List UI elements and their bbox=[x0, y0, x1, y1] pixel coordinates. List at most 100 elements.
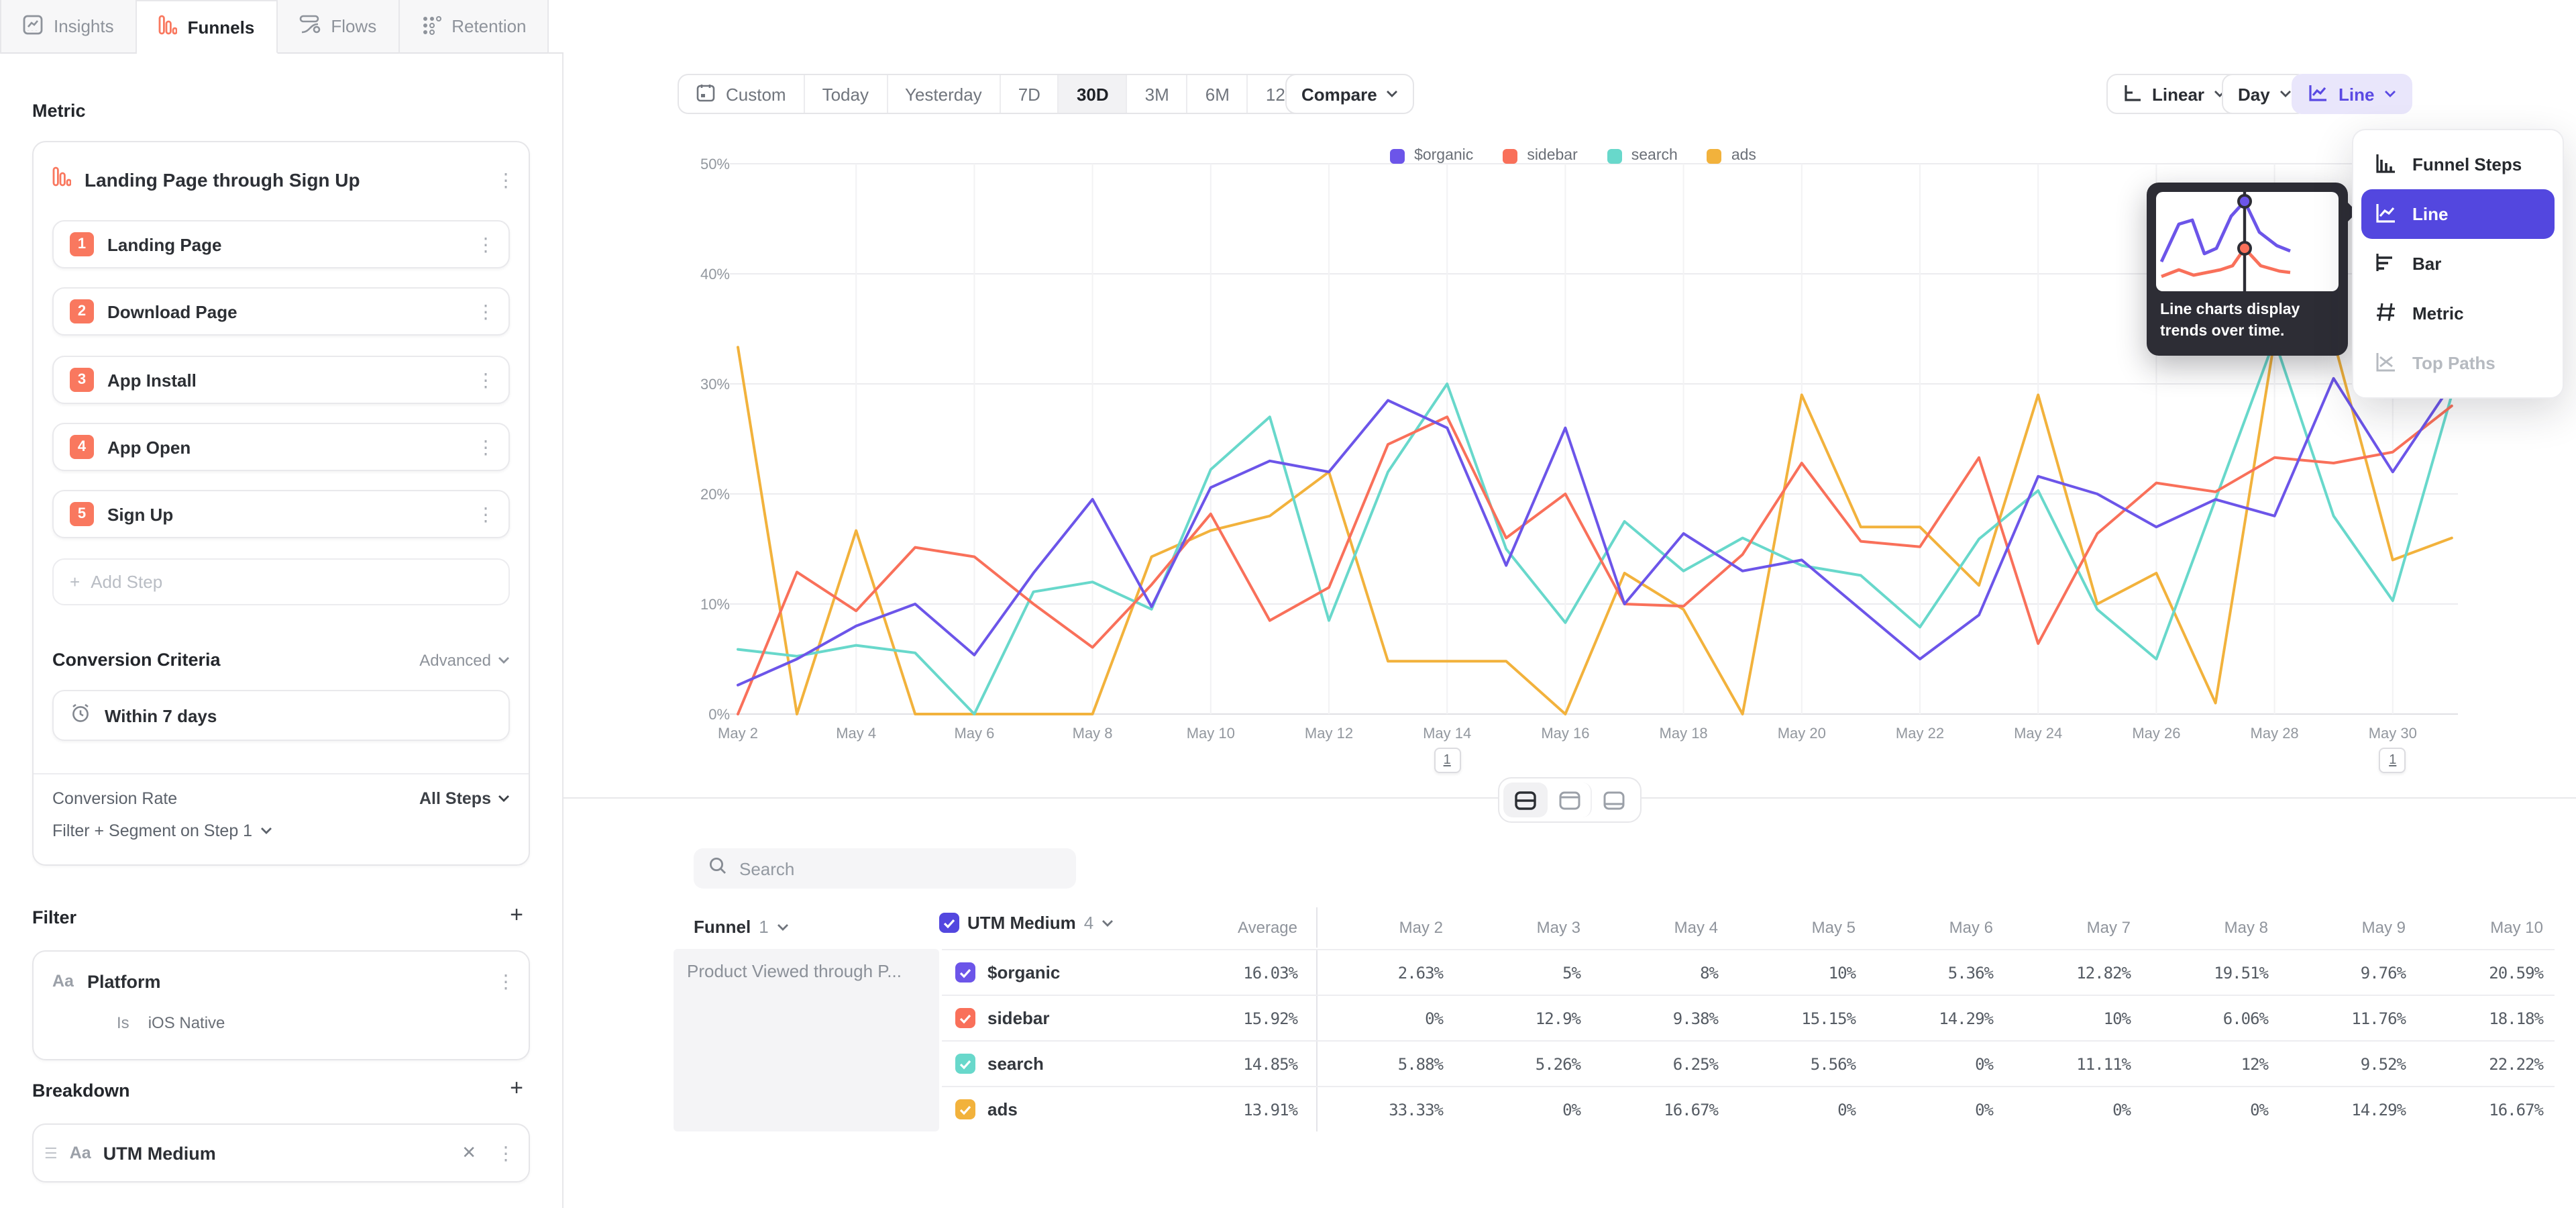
svg-text:May 30: May 30 bbox=[2369, 725, 2417, 742]
tab-funnels[interactable]: Funnels bbox=[137, 0, 278, 54]
series-checkbox[interactable] bbox=[955, 1054, 975, 1074]
range-7d[interactable]: 7D bbox=[1001, 75, 1059, 113]
funnel-step-row[interactable]: 1 Landing Page ⋮ bbox=[52, 220, 510, 268]
filter-kebab-icon[interactable]: ⋮ bbox=[496, 970, 515, 993]
tabbar-spacer bbox=[549, 0, 564, 54]
layout-split-view-button[interactable] bbox=[1503, 783, 1548, 817]
cell-value: 5.26% bbox=[1454, 1042, 1591, 1086]
funnel-column-dropdown[interactable]: Funnel 1 bbox=[694, 917, 789, 937]
column-header[interactable]: May 3 bbox=[1454, 918, 1591, 937]
cell-value: 33.33% bbox=[1316, 1087, 1454, 1131]
breakdown-kebab-icon[interactable]: ⋮ bbox=[496, 1142, 515, 1164]
column-header[interactable]: May 5 bbox=[1729, 918, 1866, 937]
layout-table-view-button[interactable] bbox=[1592, 783, 1636, 817]
step-kebab-icon[interactable]: ⋮ bbox=[476, 503, 495, 525]
annotation-badge[interactable]: 1 bbox=[1434, 748, 1460, 773]
step-number-badge: 1 bbox=[70, 232, 94, 256]
step-kebab-icon[interactable]: ⋮ bbox=[476, 436, 495, 458]
metric-section-label: Metric bbox=[32, 101, 86, 121]
column-header[interactable]: May 8 bbox=[2141, 918, 2279, 937]
series-checkbox[interactable] bbox=[955, 1099, 975, 1119]
funnel-step-row[interactable]: 4 App Open ⋮ bbox=[52, 423, 510, 471]
svg-text:May 18: May 18 bbox=[1660, 725, 1708, 742]
series-checkbox[interactable] bbox=[955, 962, 975, 983]
legend-item[interactable]: ads bbox=[1707, 148, 1756, 164]
tab-retention[interactable]: Retention bbox=[399, 0, 549, 54]
step-kebab-icon[interactable]: ⋮ bbox=[476, 233, 495, 256]
flows-icon bbox=[299, 14, 320, 38]
chart-legend: $organic sidebar search ads bbox=[671, 148, 2475, 164]
menu-item-metric[interactable]: Metric bbox=[2361, 289, 2555, 338]
avg-value: 14.85% bbox=[1140, 1042, 1316, 1086]
funnel-cell[interactable]: Product Viewed through P... bbox=[674, 949, 939, 1131]
legend-swatch bbox=[1607, 148, 1622, 163]
conversion-window-row[interactable]: Within 7 days bbox=[52, 690, 510, 741]
range-30d[interactable]: 30D bbox=[1059, 75, 1128, 113]
series-name: sidebar bbox=[987, 1008, 1050, 1028]
filter-property[interactable]: Platform bbox=[87, 971, 483, 991]
cell-value: 9.76% bbox=[2279, 950, 2416, 995]
cell-value: 5.56% bbox=[1729, 1042, 1866, 1086]
add-step-button[interactable]: + Add Step bbox=[52, 558, 510, 605]
filter-operator[interactable]: Is bbox=[117, 1013, 129, 1032]
range-today[interactable]: Today bbox=[805, 75, 888, 113]
svg-text:May 28: May 28 bbox=[2251, 725, 2299, 742]
chevron-down-icon bbox=[777, 923, 789, 931]
cell-value: 0% bbox=[1316, 996, 1454, 1040]
column-header[interactable]: May 2 bbox=[1316, 907, 1454, 948]
metric-kebab-icon[interactable]: ⋮ bbox=[496, 168, 515, 191]
filter-segment-dropdown[interactable]: Filter + Segment on Step 1 bbox=[52, 821, 272, 840]
column-header[interactable]: May 7 bbox=[2004, 918, 2141, 937]
breakdown-section-label: Breakdown bbox=[32, 1080, 130, 1101]
funnel-step-row[interactable]: 3 App Install ⋮ bbox=[52, 356, 510, 404]
funnel-step-row[interactable]: 5 Sign Up ⋮ bbox=[52, 490, 510, 538]
cell-value: 5.88% bbox=[1316, 1042, 1454, 1086]
chart-type-dropdown-button[interactable]: Line bbox=[2292, 74, 2412, 114]
svg-text:May 16: May 16 bbox=[1541, 725, 1589, 742]
conversion-criteria-header: Conversion Criteria bbox=[52, 650, 419, 670]
column-header-average[interactable]: Average bbox=[1140, 918, 1316, 937]
compare-button[interactable]: Compare bbox=[1285, 74, 1415, 114]
search-input[interactable] bbox=[739, 858, 1061, 878]
series-checkbox[interactable] bbox=[955, 1008, 975, 1028]
step-kebab-icon[interactable]: ⋮ bbox=[476, 368, 495, 391]
menu-item-funnel-steps[interactable]: Funnel Steps bbox=[2361, 140, 2555, 189]
metric-title-row[interactable]: Landing Page through Sign Up ⋮ bbox=[52, 153, 515, 207]
table-row: ads 13.91% 33.33% 0% 16.67% 0% 0% 0% 0% … bbox=[942, 1086, 2554, 1131]
column-header[interactable]: May 6 bbox=[1866, 918, 2004, 937]
step-number-badge: 3 bbox=[70, 368, 94, 392]
column-header[interactable]: May 4 bbox=[1591, 918, 1729, 937]
legend-item[interactable]: sidebar bbox=[1503, 148, 1577, 164]
legend-item[interactable]: search bbox=[1607, 148, 1678, 164]
legend-item[interactable]: $organic bbox=[1390, 148, 1473, 164]
breakdown-property[interactable]: UTM Medium bbox=[103, 1143, 449, 1163]
string-type-icon: Aa bbox=[52, 972, 74, 991]
cell-value: 6.06% bbox=[2141, 996, 2279, 1040]
menu-item-line[interactable]: Line bbox=[2361, 189, 2555, 239]
filter-value[interactable]: iOS Native bbox=[148, 1013, 225, 1032]
cell-value: 12% bbox=[2141, 1042, 2279, 1086]
remove-breakdown-icon[interactable]: ✕ bbox=[462, 1142, 476, 1164]
tab-insights[interactable]: Insights bbox=[0, 0, 137, 54]
funnel-step-row[interactable]: 2 Download Page ⋮ bbox=[52, 287, 510, 336]
cell-value: 12.82% bbox=[2004, 950, 2141, 995]
layout-chart-view-button[interactable] bbox=[1548, 783, 1592, 817]
conversion-rate-dropdown[interactable]: All Steps bbox=[419, 789, 510, 808]
add-breakdown-button[interactable]: + bbox=[506, 1078, 527, 1099]
column-header[interactable]: May 10 bbox=[2416, 918, 2554, 937]
chevron-down-icon bbox=[2383, 90, 2396, 98]
add-filter-button[interactable]: + bbox=[506, 905, 527, 926]
advanced-dropdown[interactable]: Advanced bbox=[419, 650, 510, 669]
tab-flows[interactable]: Flows bbox=[277, 0, 399, 54]
drag-handle-icon[interactable]: ☰ bbox=[44, 1144, 58, 1162]
column-header[interactable]: May 9 bbox=[2279, 918, 2416, 937]
range-6m[interactable]: 6M bbox=[1188, 75, 1248, 113]
step-kebab-icon[interactable]: ⋮ bbox=[476, 300, 495, 323]
range-yesterday[interactable]: Yesterday bbox=[888, 75, 1001, 113]
chevron-down-icon bbox=[498, 795, 510, 803]
breakdown-card: ☰ Aa UTM Medium ✕ ⋮ bbox=[32, 1123, 530, 1182]
menu-item-bar[interactable]: Bar bbox=[2361, 239, 2555, 289]
annotation-badge[interactable]: 1 bbox=[2379, 748, 2406, 773]
range-custom[interactable]: Custom bbox=[679, 75, 805, 113]
range-3m[interactable]: 3M bbox=[1128, 75, 1188, 113]
